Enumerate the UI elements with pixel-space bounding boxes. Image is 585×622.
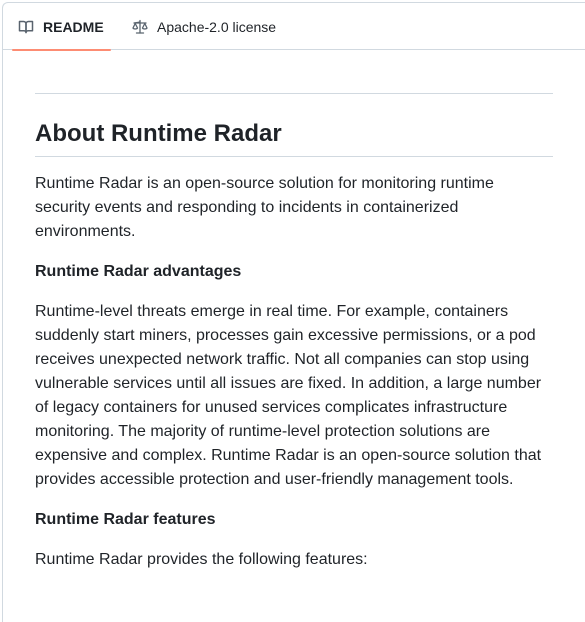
tab-license[interactable]: Apache-2.0 license	[126, 3, 282, 50]
tab-readme-label: README	[43, 18, 104, 35]
readme-intro-paragraph: Runtime Radar is an open-source solution…	[35, 175, 494, 240]
book-icon	[18, 19, 34, 35]
horizontal-rule	[35, 93, 553, 94]
features-intro-paragraph: Runtime Radar provides the following fea…	[35, 551, 368, 568]
readme-content: About Runtime Radar Runtime Radar is an …	[35, 93, 553, 572]
features-heading: Runtime Radar features	[35, 511, 216, 528]
advantages-paragraph: Runtime-level threats emerge in real tim…	[35, 303, 542, 488]
readme-title: About Runtime Radar	[35, 120, 553, 157]
law-scale-icon	[132, 19, 148, 35]
tab-readme[interactable]: README	[12, 3, 111, 51]
readme-tab-bar: README Apache-2.0 license	[3, 3, 585, 51]
tab-license-label: Apache-2.0 license	[157, 18, 277, 35]
advantages-heading: Runtime Radar advantages	[35, 263, 242, 280]
